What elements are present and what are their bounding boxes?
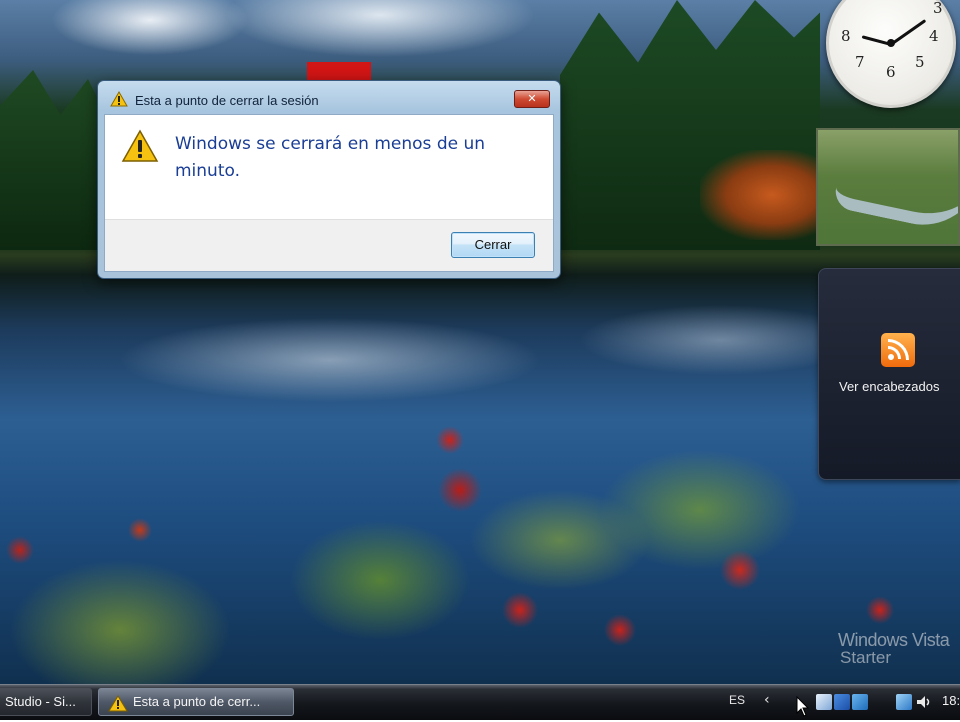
windows-vista-starter-watermark: Windows Vista Starter: [838, 630, 950, 667]
dialog-title: Esta a punto de cerrar la sesión: [135, 93, 319, 108]
dialog-client-area: Windows se cerrará en menos de un minuto…: [104, 114, 554, 272]
feed-headlines-gadget[interactable]: Ver encabezados: [818, 268, 960, 480]
clock-number: 5: [915, 53, 925, 71]
taskbar-button-label: Studio - Si...: [5, 694, 76, 709]
clock-number: 6: [886, 63, 896, 81]
watermark-line1: Windows Vista: [838, 630, 950, 650]
feed-view-headlines-link[interactable]: Ver encabezados: [839, 379, 939, 394]
language-indicator[interactable]: ES: [729, 693, 745, 707]
warning-icon: [110, 90, 128, 111]
slideshow-gadget[interactable]: [816, 128, 960, 246]
red-highlight-marker: [307, 62, 371, 82]
dialog-button-area: Cerrar: [105, 219, 553, 271]
notification-area: ES ‹ 18:: [720, 685, 960, 721]
network-tray-icon[interactable]: [816, 694, 832, 710]
clock-number: 4: [929, 27, 939, 45]
dialog-close-button[interactable]: ✕: [514, 90, 550, 108]
mouse-cursor-icon: [796, 695, 810, 722]
logoff-warning-dialog: Esta a punto de cerrar la sesión ✕ Windo…: [97, 80, 561, 279]
taskbar-button-label: Esta a punto de cerr...: [133, 694, 261, 709]
wallpaper-flowers: [0, 380, 960, 684]
taskbar: Studio - Si... Esta a punto de cerr... E…: [0, 684, 960, 720]
dialog-titlebar[interactable]: Esta a punto de cerrar la sesión ✕: [98, 81, 560, 115]
clock-time[interactable]: 18:: [942, 693, 960, 708]
warning-icon: [108, 695, 128, 715]
show-hidden-icons-chevron[interactable]: ‹: [764, 692, 770, 708]
dialog-message-area: Windows se cerrará en menos de un minuto…: [105, 115, 553, 219]
clock-number: 8: [841, 27, 851, 45]
security-tray-icon[interactable]: [834, 694, 850, 710]
taskbar-button-logoff-dialog[interactable]: Esta a punto de cerr...: [98, 688, 294, 716]
taskbar-button-studio[interactable]: Studio - Si...: [0, 688, 92, 716]
warning-icon: [121, 129, 159, 167]
volume-icon[interactable]: [916, 694, 932, 710]
clock-center: [887, 39, 895, 47]
slideshow-image-stream: [832, 136, 958, 236]
cerrar-button[interactable]: Cerrar: [451, 232, 535, 258]
clock-number: 7: [855, 53, 865, 71]
dialog-message: Windows se cerrará en menos de un minuto…: [175, 134, 486, 181]
rss-icon: [881, 333, 915, 367]
clock-number: 3: [933, 0, 943, 17]
wallpaper-autumn-trees: [700, 150, 820, 240]
wallpaper-forest-left: [0, 70, 110, 250]
watermark-line2: Starter: [840, 648, 892, 667]
display-tray-icon[interactable]: [896, 694, 912, 710]
clock-minute-hand: [890, 19, 927, 46]
app-tray-icon[interactable]: [852, 694, 868, 710]
